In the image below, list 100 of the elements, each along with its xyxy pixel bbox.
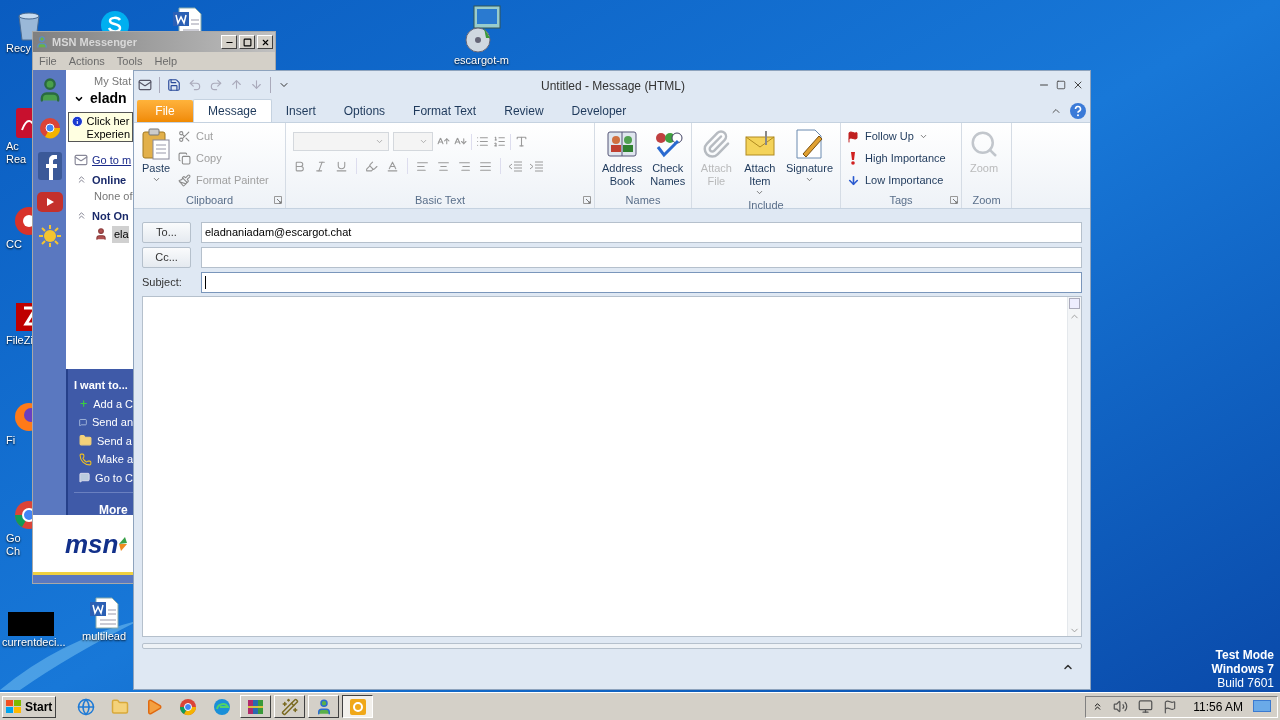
ribbon-button[interactable]: Follow Up xyxy=(846,127,946,146)
undo-icon[interactable] xyxy=(188,77,202,92)
ribbon-tab[interactable]: Format Text xyxy=(399,99,491,122)
save-icon[interactable] xyxy=(167,77,181,92)
task-link[interactable]: Add a C xyxy=(93,395,133,412)
caret-icon xyxy=(375,137,384,146)
browser-icon xyxy=(212,697,231,716)
icon-label[interactable]: Ac xyxy=(4,140,19,153)
field-label: Subject: xyxy=(142,275,183,291)
icon-label[interactable]: CC xyxy=(4,238,22,251)
menu-item[interactable]: Tools xyxy=(116,52,143,70)
caret-icon xyxy=(918,132,928,141)
os-notice-text: Build 7601 xyxy=(1217,676,1274,690)
network-icon[interactable] xyxy=(1138,699,1154,714)
group-label: Clipboard xyxy=(185,192,234,208)
close-button[interactable] xyxy=(257,35,273,49)
ribbon-tab[interactable]: Insert xyxy=(271,99,330,122)
address-button[interactable]: Cc... xyxy=(142,247,191,268)
collapse-group-icon[interactable] xyxy=(76,174,87,186)
taskbar-button[interactable] xyxy=(342,695,374,718)
icon-label[interactable]: currentdeci... xyxy=(0,636,66,649)
msn-logo: msn xyxy=(65,530,119,557)
envelope-paperclip-icon xyxy=(743,129,776,159)
ribbon-button[interactable]: Paste xyxy=(137,123,175,192)
dialog-launcher-icon[interactable] xyxy=(583,196,591,204)
wand-icon xyxy=(280,697,299,716)
copy-icon xyxy=(177,152,191,165)
paintbrush-icon xyxy=(177,174,191,187)
menu-item[interactable]: Actions xyxy=(68,52,105,70)
tasks-title: I want to... xyxy=(74,378,129,393)
up-arrow-icon[interactable] xyxy=(230,78,243,91)
ribbon-button[interactable]: Check Names xyxy=(646,123,690,192)
user-name: eladn xyxy=(90,89,127,108)
group-label: Names xyxy=(625,192,661,208)
ribbon-tab[interactable]: Message xyxy=(193,99,272,122)
task-link[interactable]: Go to C xyxy=(95,469,133,486)
ribbon-tab[interactable]: Developer xyxy=(557,99,641,122)
os-notice-text: Windows 7 xyxy=(1211,662,1274,676)
browser-tab-icon[interactable] xyxy=(37,116,62,140)
input-field[interactable] xyxy=(201,272,1082,293)
group-label: Include xyxy=(748,197,784,213)
task-link[interactable]: Send an xyxy=(92,414,133,431)
os-notice-text: Test Mode xyxy=(1215,648,1274,662)
more-link[interactable]: More xyxy=(99,503,128,517)
notice-text: Experien xyxy=(86,128,130,141)
ribbon-button[interactable]: High Importance xyxy=(846,149,946,168)
mail-link[interactable]: Go to m xyxy=(92,152,132,169)
dialog-launcher-icon[interactable] xyxy=(274,196,282,204)
address-button[interactable]: To... xyxy=(142,222,191,243)
contact-name[interactable]: ela xyxy=(112,226,129,243)
icon-label[interactable]: escargot-m xyxy=(452,54,510,67)
task-link[interactable]: Send a xyxy=(97,432,132,449)
group-note: None of xyxy=(93,189,133,204)
icon-label[interactable]: multilead xyxy=(80,630,127,643)
speaker-icon[interactable] xyxy=(1113,699,1129,714)
ribbon-tab[interactable]: Options xyxy=(329,99,400,122)
input-field[interactable]: eladnaniadam@escargot.chat xyxy=(201,222,1082,243)
notice-banner[interactable]: Click her Experien xyxy=(68,112,133,142)
clock: 11:56 AM xyxy=(1193,698,1243,716)
dialog-launcher-icon[interactable] xyxy=(950,196,958,204)
menu-item[interactable]: Help xyxy=(154,52,178,70)
ruler-toggle-icon[interactable] xyxy=(1069,298,1080,309)
butterfly-icon xyxy=(119,536,130,551)
social-tab-icon[interactable] xyxy=(37,152,62,180)
show-desktop-icon[interactable] xyxy=(1253,699,1271,714)
help-icon[interactable] xyxy=(1070,103,1086,119)
ribbon-button[interactable]: Low Importance xyxy=(846,171,946,190)
redo-icon[interactable] xyxy=(209,77,223,92)
notice-text: Click her xyxy=(86,115,130,128)
icon-label[interactable]: FileZi xyxy=(4,334,33,347)
paperclip-icon xyxy=(701,129,732,159)
group-header[interactable]: Not On xyxy=(92,207,129,224)
ribbon-button[interactable]: Attach Item xyxy=(737,123,782,197)
file-icon xyxy=(8,612,54,636)
sun-tab-icon[interactable] xyxy=(37,224,62,248)
flag-icon[interactable] xyxy=(1163,699,1178,714)
group-label: Tags xyxy=(889,192,913,208)
status-label: My Stat xyxy=(93,74,133,88)
start-button[interactable]: Start xyxy=(2,695,57,718)
icon-label[interactable]: Ch xyxy=(4,545,21,558)
minimize-button[interactable] xyxy=(221,35,237,49)
input-field[interactable] xyxy=(201,247,1082,268)
restore-button[interactable] xyxy=(1056,79,1066,90)
ribbon-button[interactable]: Address Book xyxy=(598,123,647,192)
maximize-button[interactable] xyxy=(239,35,255,49)
collapse-group-icon[interactable] xyxy=(76,210,87,222)
message-body-field[interactable] xyxy=(142,296,1082,637)
icon-label[interactable]: Go xyxy=(4,532,21,545)
menu-item[interactable]: File xyxy=(39,52,57,70)
ribbon-button[interactable]: Signature xyxy=(781,123,837,197)
ribbon-tab[interactable]: Review xyxy=(490,99,558,122)
mail-icon xyxy=(138,77,152,92)
icon-label[interactable]: Recy xyxy=(4,42,32,55)
mail-app-icon xyxy=(348,697,367,716)
down-arrow-icon[interactable] xyxy=(250,78,263,91)
task-link[interactable]: Make a xyxy=(96,451,133,468)
group-header[interactable]: Online xyxy=(92,171,127,188)
video-tab-icon[interactable] xyxy=(36,192,63,212)
icon-label[interactable]: Fi xyxy=(4,434,16,447)
icon-label[interactable]: Rea xyxy=(4,153,27,166)
